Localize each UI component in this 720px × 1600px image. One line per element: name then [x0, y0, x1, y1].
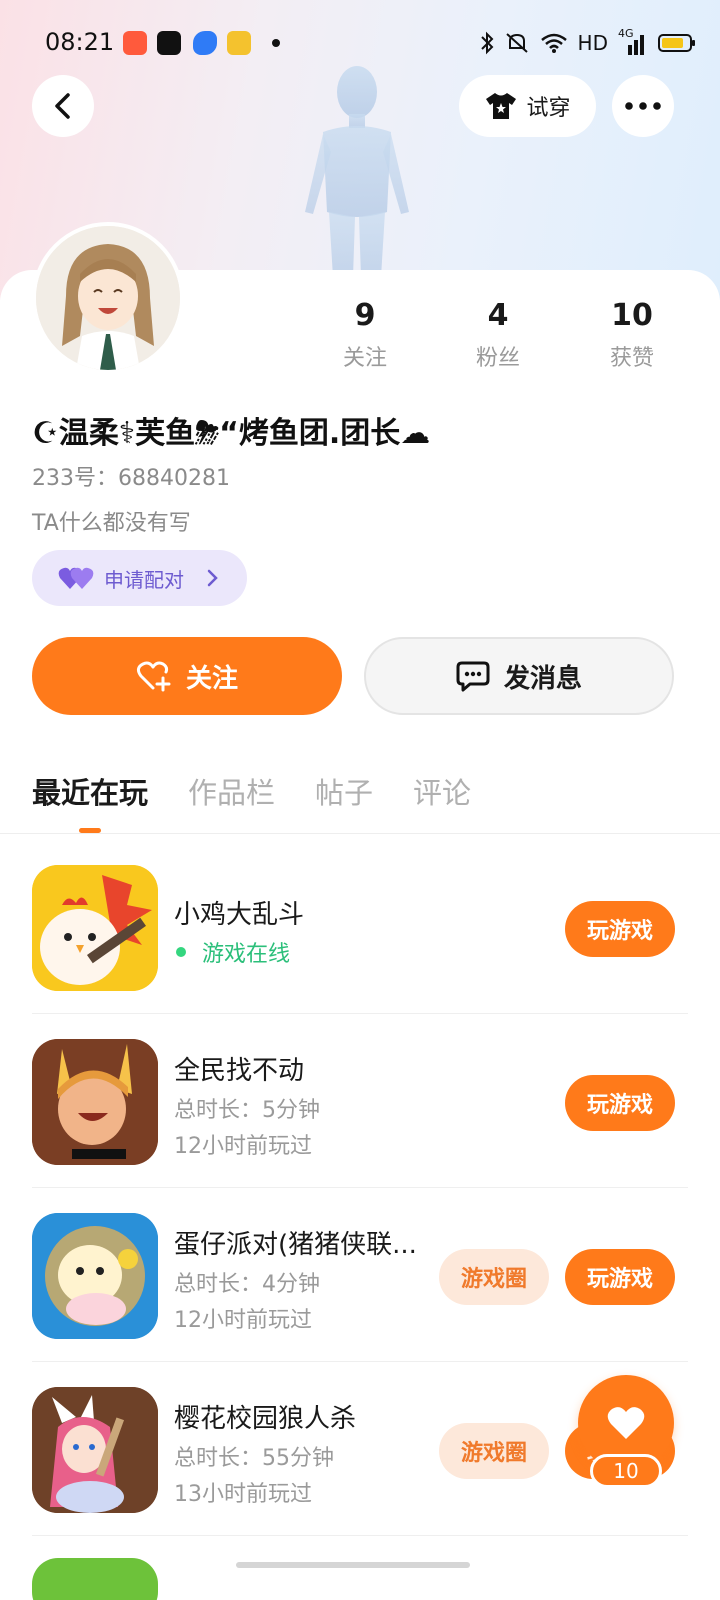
network-type-label: HD [577, 31, 608, 55]
list-item[interactable]: 全民找不动 总时长：5分钟 12小时前玩过 玩游戏 [0, 1014, 720, 1188]
stat-likes-count: 10 [611, 298, 653, 333]
stat-following-label: 关注 [342, 346, 387, 371]
request-pair-label: 申请配对 [104, 567, 184, 592]
signal-type-label: 4G [618, 27, 634, 40]
cellular-signal-icon: 4G [618, 27, 648, 55]
game-total-duration: 总时长：55分钟 [174, 1446, 334, 1471]
game-title: 全民找不动 [174, 1056, 305, 1086]
tshirt-icon [486, 93, 517, 119]
game-title: 蛋仔派对(猪猪侠联... [174, 1230, 417, 1260]
profile-uid: 233号：68840281 [32, 466, 230, 491]
status-time: 08:21 [45, 28, 115, 56]
stat-following-count: 9 [354, 298, 376, 333]
hearts-icon [58, 567, 94, 589]
game-circle-button[interactable]: 游戏圈 [439, 1423, 549, 1479]
online-status: 游戏在线 [174, 936, 290, 968]
game-circle-button[interactable]: 游戏圈 [439, 1249, 549, 1305]
game-icon-chicken [32, 865, 158, 991]
game-icon-partial [32, 1558, 158, 1600]
app-notification-icon [123, 31, 147, 55]
like-count-badge: 10 [590, 1454, 662, 1488]
game-title: 小鸡大乱斗 [174, 900, 305, 930]
send-message-label: 发消息 [503, 663, 582, 694]
chevron-right-icon [207, 569, 218, 587]
game-icon-find-character [32, 1039, 158, 1165]
follow-label: 关注 [185, 663, 238, 694]
row-divider [32, 1535, 688, 1536]
more-options-button[interactable] [612, 75, 674, 137]
stat-fans-label: 粉丝 [475, 346, 520, 371]
bluetooth-icon [480, 31, 493, 55]
more-dots-icon [625, 102, 661, 110]
status-indicators: HD 4G [480, 27, 695, 58]
online-status-label: 游戏在线 [202, 942, 291, 967]
game-last-played: 12小时前玩过 [174, 1134, 312, 1159]
list-item[interactable]: 蛋仔派对(猪猪侠联... 总时长：4分钟 12小时前玩过 游戏圈 玩游戏 [0, 1188, 720, 1362]
request-pair-button[interactable]: 申请配对 [32, 550, 247, 606]
game-last-played: 12小时前玩过 [174, 1308, 312, 1333]
status-bar: 08:21 HD 4G [0, 0, 720, 88]
stat-following[interactable]: 9 关注 [305, 296, 425, 372]
play-game-button[interactable]: 玩游戏 [565, 901, 675, 957]
try-on-button[interactable]: 试穿 [459, 75, 596, 137]
chevron-left-icon [55, 93, 70, 119]
game-total-duration: 总时长：4分钟 [174, 1272, 320, 1297]
stat-likes[interactable]: 10 获赞 [572, 296, 692, 372]
game-total-duration: 总时长：5分钟 [174, 1098, 320, 1123]
stat-likes-label: 获赞 [609, 346, 654, 371]
mute-icon [505, 33, 528, 53]
heart-icon [607, 1407, 645, 1439]
stat-fans-count: 4 [487, 298, 509, 333]
tab-works[interactable]: 作品栏 [188, 770, 275, 812]
battery-icon [658, 34, 695, 52]
tab-comments[interactable]: 评论 [413, 770, 471, 812]
game-title: 樱花校园狼人杀 [174, 1404, 357, 1434]
play-game-button[interactable]: 玩游戏 [565, 1249, 675, 1305]
app-notification-icon [193, 31, 217, 55]
tab-posts[interactable]: 帖子 [315, 770, 373, 812]
avatar[interactable] [32, 222, 184, 374]
follow-button[interactable]: 关注 [32, 637, 342, 715]
avatar-figure-preview [305, 66, 409, 277]
game-icon-eggy-party [32, 1213, 158, 1339]
app-notification-icon [227, 31, 251, 55]
tab-recently-played[interactable]: 最近在玩 [32, 770, 148, 812]
send-message-button[interactable]: 发消息 [364, 637, 674, 715]
chat-bubble-icon [456, 661, 490, 692]
profile-tabs: 最近在玩 作品栏 帖子 评论 [32, 770, 471, 812]
wifi-icon [540, 33, 567, 53]
tabs-divider [0, 833, 720, 834]
game-icon-sakura-school [32, 1387, 158, 1513]
list-item[interactable]: 小鸡大乱斗 游戏在线 玩游戏 [0, 840, 720, 1014]
profile-username: ☪温柔⚕芙鱼⛈“烤鱼团.团长☁ [32, 416, 431, 451]
stat-fans[interactable]: 4 粉丝 [438, 296, 558, 372]
play-game-button[interactable]: 玩游戏 [565, 1075, 675, 1131]
more-notifications-dot [272, 39, 280, 47]
anime-girl-avatar-image [36, 226, 180, 370]
heart-plus-icon [136, 661, 171, 692]
try-on-label: 试穿 [526, 96, 571, 121]
tiktok-notification-icon [157, 31, 181, 55]
game-last-played: 13小时前玩过 [174, 1482, 312, 1507]
back-button[interactable] [32, 75, 94, 137]
home-indicator[interactable] [236, 1562, 470, 1568]
profile-bio: TA什么都没有写 [32, 511, 191, 536]
online-dot-icon [176, 947, 186, 957]
